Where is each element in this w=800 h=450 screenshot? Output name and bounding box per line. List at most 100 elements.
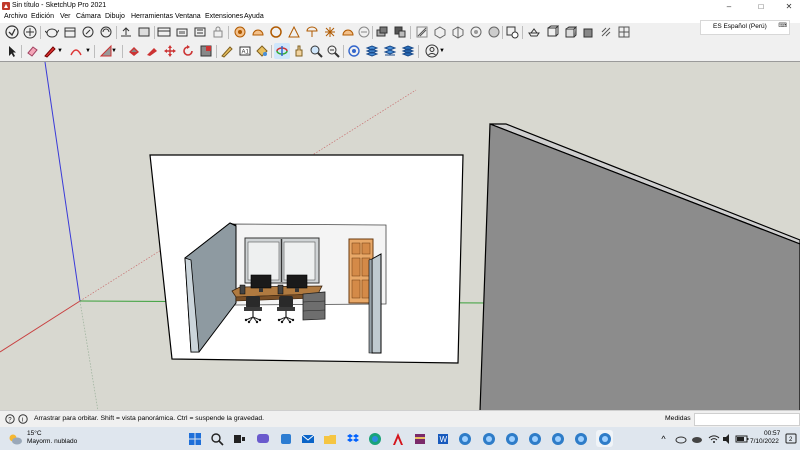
sketchup-taskbar-icon[interactable] <box>480 430 497 447</box>
chat-icon[interactable] <box>254 430 271 447</box>
sketchup-taskbar-icon[interactable] <box>456 430 473 447</box>
shaded-icon[interactable] <box>562 24 578 40</box>
right-view-icon[interactable] <box>432 24 448 40</box>
notification-icon[interactable]: 2 <box>782 430 799 447</box>
extension-warehouse-icon[interactable] <box>62 24 78 40</box>
sketchup-taskbar-icon[interactable] <box>549 430 566 447</box>
hardhat-icon[interactable] <box>322 24 338 40</box>
mail-icon[interactable] <box>299 430 316 447</box>
menu-archivo[interactable]: Archivo <box>4 13 27 20</box>
iso-view-icon[interactable] <box>374 24 390 40</box>
move-icon[interactable] <box>162 43 178 59</box>
menu-edicion[interactable]: Edición <box>31 13 54 20</box>
file-explorer-icon[interactable] <box>321 430 338 447</box>
protractor-icon[interactable] <box>250 24 266 40</box>
zoom-icon[interactable] <box>308 43 324 59</box>
menu-extensiones[interactable]: Extensiones <box>205 13 243 20</box>
wireframe-icon[interactable] <box>526 24 542 40</box>
chevron-up-icon[interactable]: ^ <box>655 430 672 447</box>
menu-camara[interactable]: Cámara <box>76 13 101 20</box>
layers-icon[interactable] <box>356 24 372 40</box>
shapes-icon[interactable] <box>68 43 84 59</box>
sketchup-taskbar-icon[interactable] <box>503 430 520 447</box>
menu-ver[interactable]: Ver <box>60 13 71 20</box>
scale-icon[interactable] <box>198 43 214 59</box>
help-icon[interactable]: ? <box>5 414 15 424</box>
left-view-icon[interactable] <box>468 24 484 40</box>
onedrive-icon[interactable] <box>688 430 705 447</box>
scenes-icon[interactable] <box>136 24 152 40</box>
outliner-icon[interactable] <box>156 24 172 40</box>
display-sections-icon[interactable] <box>400 43 416 59</box>
tape-icon[interactable] <box>219 43 235 59</box>
language-indicator[interactable]: ES Español (Perú) ⌨ <box>700 20 790 35</box>
share-icon[interactable] <box>80 24 96 40</box>
warehouse-icon[interactable] <box>22 24 38 40</box>
eraser-icon[interactable] <box>24 43 40 59</box>
parallel-icon[interactable] <box>486 24 502 40</box>
sketchup-taskbar-icon-active[interactable] <box>596 430 613 447</box>
battery-icon[interactable] <box>733 430 750 447</box>
xray-icon[interactable] <box>504 24 520 40</box>
menu-ayuda[interactable]: Ayuda <box>244 13 264 20</box>
top-view-icon[interactable] <box>392 24 408 40</box>
settings-icon[interactable] <box>192 24 208 40</box>
sketchup-logo-icon[interactable] <box>4 24 20 40</box>
teapot-icon[interactable] <box>44 24 60 40</box>
task-view-icon[interactable] <box>230 430 247 447</box>
windows-start-icon[interactable] <box>186 430 203 447</box>
drawing-area[interactable] <box>0 61 800 411</box>
cloud-sun-icon <box>6 430 23 447</box>
toolbar-separator <box>40 26 41 39</box>
layout-icon[interactable] <box>98 24 114 40</box>
target-icon[interactable] <box>232 24 248 40</box>
acrobat-icon[interactable] <box>389 430 406 447</box>
cloud-icon[interactable] <box>672 430 689 447</box>
follow-me-icon[interactable] <box>144 43 160 59</box>
chevron-down-icon[interactable]: ▼ <box>110 43 118 59</box>
close-button[interactable]: ✕ <box>778 0 800 12</box>
sandbox-icon[interactable] <box>210 24 226 40</box>
word-icon[interactable]: W <box>434 430 451 447</box>
select-icon[interactable] <box>4 43 20 59</box>
sections-icon[interactable] <box>340 24 356 40</box>
search-icon[interactable] <box>208 430 225 447</box>
walk-icon[interactable] <box>346 43 362 59</box>
textured-icon[interactable] <box>580 24 596 40</box>
edge-browser-icon[interactable] <box>366 430 383 447</box>
measurements-input[interactable] <box>694 413 800 426</box>
rotate-icon[interactable] <box>180 43 196 59</box>
info-icon[interactable]: i <box>18 414 28 424</box>
back-edges-icon[interactable] <box>616 24 632 40</box>
umbrella-icon[interactable] <box>304 24 320 40</box>
text-icon[interactable]: A1 <box>237 43 253 59</box>
section-fill-icon[interactable] <box>382 43 398 59</box>
pan-icon[interactable] <box>291 43 307 59</box>
sketchup-taskbar-icon[interactable] <box>526 430 543 447</box>
front-view-icon[interactable] <box>414 24 430 40</box>
chevron-down-icon[interactable]: ▼ <box>56 43 64 59</box>
menu-ventana[interactable]: Ventana <box>175 13 201 20</box>
dropbox-icon[interactable] <box>344 430 361 447</box>
minimize-button[interactable]: – <box>718 0 740 12</box>
style-builder-icon[interactable] <box>118 24 134 40</box>
orbit-icon[interactable] <box>274 43 290 59</box>
section-plane-icon[interactable] <box>364 43 380 59</box>
menu-dibujo[interactable]: Dibujo <box>105 13 125 20</box>
winrar-icon[interactable] <box>411 430 428 447</box>
hidden-line-icon[interactable] <box>544 24 560 40</box>
back-view-icon[interactable] <box>450 24 466 40</box>
monochrome-icon[interactable] <box>598 24 614 40</box>
menu-herramientas[interactable]: Herramientas <box>131 13 173 20</box>
chevron-down-icon[interactable]: ▼ <box>438 43 446 59</box>
axes-icon[interactable] <box>268 24 284 40</box>
sketchup-taskbar-icon[interactable] <box>572 430 589 447</box>
zoom-extents-icon[interactable] <box>325 43 341 59</box>
maximize-button[interactable]: □ <box>750 0 772 12</box>
chevron-down-icon[interactable]: ▼ <box>84 43 92 59</box>
paint-icon[interactable] <box>126 43 142 59</box>
sun-icon[interactable] <box>286 24 302 40</box>
paint-bucket-icon[interactable] <box>254 43 270 59</box>
lock-icon[interactable] <box>174 24 190 40</box>
widgets-icon[interactable] <box>277 430 294 447</box>
